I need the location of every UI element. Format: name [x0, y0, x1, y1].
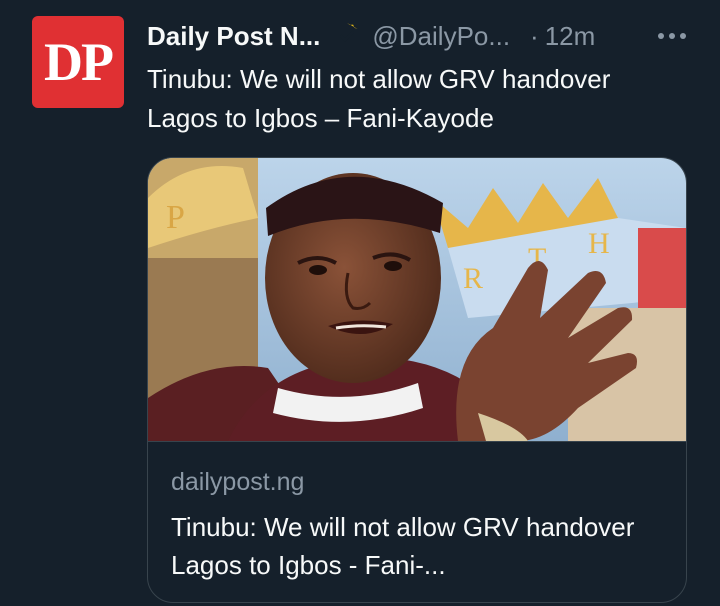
tweet-text: Tinubu: We will not allow GRV handover L… — [147, 64, 611, 133]
display-name[interactable]: Daily Post N... — [147, 21, 320, 52]
avatar-text: DP — [44, 32, 114, 92]
card-domain[interactable]: dailypost.ng — [171, 468, 304, 497]
handle[interactable]: @DailyPo... — [372, 21, 510, 52]
avatar[interactable]: DP — [32, 16, 124, 108]
article-photo: P R T H — [148, 158, 686, 441]
svg-text:R: R — [463, 262, 483, 295]
link-card[interactable]: P R T H dailypost.ng Tinubu: We will not… — [147, 157, 687, 603]
more-dot — [658, 33, 664, 39]
verified-badge-icon — [340, 22, 358, 42]
svg-text:H: H — [588, 227, 610, 260]
svg-text:P: P — [166, 199, 185, 236]
separator-dot: · — [530, 20, 539, 51]
more-icon[interactable] — [658, 18, 686, 54]
more-dot — [669, 33, 675, 39]
timestamp[interactable]: 12m — [545, 21, 596, 52]
card-title[interactable]: Tinubu: We will not allow GRV handover L… — [171, 508, 671, 584]
card-divider — [148, 441, 686, 442]
tweet-header: Daily Post N... @DailyPo... · 12m — [147, 18, 700, 54]
more-dot — [680, 33, 686, 39]
